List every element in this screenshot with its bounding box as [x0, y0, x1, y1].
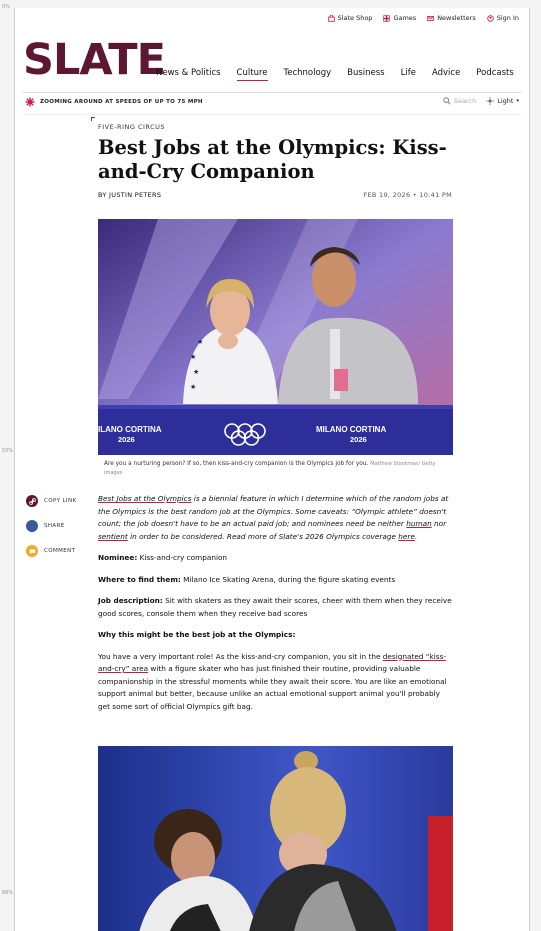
nominee-value: Kiss-and-cry companion: [137, 553, 228, 562]
slate-shop-label: Slate Shop: [337, 14, 373, 22]
theme-label: Light: [497, 97, 514, 105]
main-nav: News & Politics Culture Technology Busin…: [156, 68, 514, 81]
second-image: [98, 746, 453, 931]
top-links: Slate Shop Games Newsletters Sign In: [327, 14, 519, 22]
image-caption: Are you a nurturing person? If so, then …: [104, 460, 449, 478]
nav-item-technology[interactable]: Technology: [284, 68, 332, 81]
where-label: Where to find them:: [98, 574, 181, 584]
nav-item-advice[interactable]: Advice: [432, 68, 460, 81]
where-value: Milano Ice Skating Arena, during the fig…: [180, 574, 396, 584]
share-label: SHARE: [44, 523, 65, 529]
newsletters-label: Newsletters: [437, 14, 476, 22]
body-paragraph: You have a very important role! As the k…: [98, 651, 454, 714]
asterisk-icon: [25, 97, 35, 107]
games-label: Games: [393, 14, 417, 22]
best-jobs-link[interactable]: Best Jobs at the Olympics: [98, 494, 191, 503]
where-paragraph: Where to find them: Milano Ice Skating A…: [98, 574, 454, 587]
intro-text-2: nor: [431, 519, 447, 528]
chevron-down-icon: ▾: [516, 98, 519, 104]
slate-logo[interactable]: SLATE: [23, 39, 166, 82]
nav-item-news[interactable]: News & Politics: [156, 68, 221, 81]
theme-toggle[interactable]: Light ▾: [486, 97, 519, 105]
why-heading: Why this might be the best job at the Ol…: [98, 629, 454, 642]
ticker-text: ZOOMING AROUND AT SPEEDS OF UP TO 75 MPH: [40, 99, 203, 105]
search-label: Search: [453, 97, 477, 105]
nav-item-business[interactable]: Business: [347, 68, 384, 81]
ruler-mark: 88%: [2, 890, 14, 896]
banner-left-text: ILANO CORTINA: [98, 425, 162, 434]
publish-date: FEB 19, 2026 • 10:41 PM: [363, 191, 452, 199]
sentient-link[interactable]: sentient: [98, 532, 128, 541]
share-button[interactable]: SHARE: [26, 520, 76, 532]
share-icon: [26, 520, 38, 532]
coverage-link[interactable]: here: [398, 532, 415, 541]
search-icon: [443, 97, 451, 105]
slate-shop-link[interactable]: Slate Shop: [327, 14, 373, 22]
sign-in-link[interactable]: Sign In: [486, 14, 519, 22]
shop-icon: [327, 14, 335, 22]
search-button[interactable]: Search: [443, 97, 476, 105]
article-body: Best Jobs at the Olympics is a biennial …: [98, 493, 454, 722]
banner-right-text: MILANO CORTINA: [316, 425, 386, 434]
svg-text:★: ★: [190, 353, 196, 361]
nav-item-culture[interactable]: Culture: [236, 68, 268, 81]
kicker-mark: [91, 117, 95, 121]
intro-text-4: .: [414, 531, 418, 541]
byline[interactable]: BY JUSTIN PETERS: [98, 191, 161, 199]
hero-image: ★ ★ ★ ★ ILANO CORTINA 2026 MILANO CORTINA 2…: [98, 219, 453, 455]
svg-text:★: ★: [190, 383, 196, 391]
copy-link-label: COPY LINK: [44, 498, 77, 504]
why-label: Why this might be the best job at the Ol…: [98, 630, 296, 639]
comment-icon: [26, 545, 38, 557]
nominee-label: Nominee:: [98, 553, 138, 562]
sign-in-label: Sign In: [496, 14, 519, 22]
intro-paragraph: Best Jobs at the Olympics is a biennial …: [98, 493, 454, 543]
kicker[interactable]: FIVE-RING CIRCUS: [98, 123, 165, 131]
caption-text: Are you a nurturing person? If so, then …: [104, 461, 369, 467]
nav-item-life[interactable]: Life: [401, 68, 416, 81]
ruler-mark: 0%: [2, 4, 10, 10]
job-description-paragraph: Job description: Sit with skaters as the…: [98, 595, 454, 620]
human-link[interactable]: human: [406, 519, 431, 528]
ticker[interactable]: ZOOMING AROUND AT SPEEDS OF UP TO 75 MPH: [25, 97, 203, 107]
copy-link-button[interactable]: COPY LINK: [26, 495, 76, 507]
header-tools: Search Light ▾: [443, 97, 519, 105]
article-title: Best Jobs at the Olympics: Kiss-and-Cry …: [98, 136, 447, 183]
mail-icon: [427, 15, 434, 21]
article-page: Slate Shop Games Newsletters Sign In SLA…: [14, 8, 530, 931]
svg-text:★: ★: [197, 338, 203, 346]
para-text-1: You have a very important role! As the k…: [98, 651, 383, 661]
comment-label: COMMENT: [44, 548, 76, 554]
svg-text:★: ★: [193, 368, 199, 376]
header-divider: [23, 92, 521, 93]
banner-right-year: 2026: [350, 435, 367, 444]
games-link[interactable]: Games: [383, 14, 416, 22]
games-icon: [383, 14, 391, 22]
share-rail: COPY LINK SHARE COMMENT: [26, 495, 76, 570]
ruler-mark: 50%: [2, 448, 14, 454]
sun-icon: [486, 97, 495, 105]
nominee-paragraph: Nominee: Kiss-and-cry companion: [98, 552, 454, 565]
comment-button[interactable]: COMMENT: [26, 545, 76, 557]
banner-left-year: 2026: [118, 435, 135, 444]
intro-text-3: in order to be considered. Read more of …: [127, 531, 399, 541]
ticker-divider: [23, 114, 521, 115]
job-description-label: Job description:: [98, 596, 163, 605]
nav-item-podcasts[interactable]: Podcasts: [476, 68, 514, 81]
newsletters-link[interactable]: Newsletters: [427, 14, 476, 22]
link-icon: [26, 495, 38, 507]
para-text-2: with a figure skater who has just finish…: [98, 664, 447, 711]
user-icon: [486, 14, 494, 22]
